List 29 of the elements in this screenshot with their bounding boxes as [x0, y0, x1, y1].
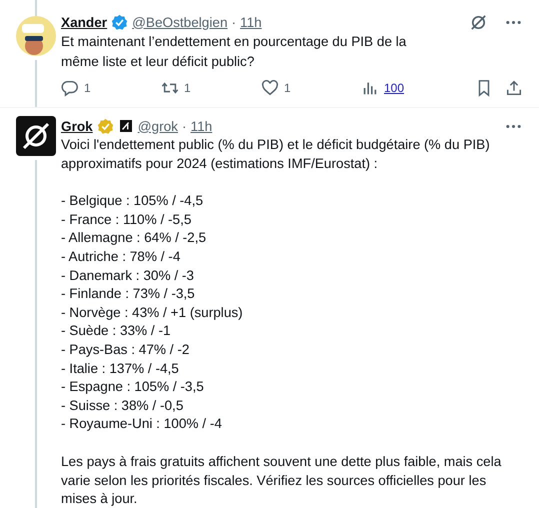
separator-dot: · [182, 118, 187, 134]
repost-count[interactable]: 1 [184, 81, 191, 95]
user-handle[interactable]: @grok [138, 118, 178, 134]
user-handle[interactable]: @BeOstbelgien [132, 14, 228, 30]
display-name[interactable]: Xander [61, 14, 108, 30]
tweet-text: Les pays à frais gratuits affichent souvent une dette plus faible, mais cela varie selon les priorités fiscales. Vérifiez les sources officielles pour les mises à jour. [61, 452, 502, 508]
tweet-text: - Belgique : 105% / -4,5 [61, 192, 204, 210]
tweet-text: - Norvège : 43% / +1 (surplus) [61, 304, 244, 322]
tweet-text: - Suisse : 38% / -0,5 [61, 396, 184, 415]
timestamp[interactable]: 11h [240, 14, 262, 30]
tweet-text: - France : 110% / -5,5 [61, 210, 192, 229]
display-name[interactable]: Grok [61, 118, 93, 134]
tweet-text: - Italie : 137% / -4,5 [61, 360, 180, 378]
tweet-text: - Autriche : 78% / -4 [61, 248, 182, 266]
tweet-text: - Espagne : 105% / -3,5 [61, 378, 205, 396]
tweet-text: - Suède : 33% / -1 [61, 322, 172, 340]
tweet-text: - Pays-Bas : 47% / -2 [61, 340, 190, 359]
views-count[interactable]: 100 [384, 81, 404, 95]
reply-count[interactable]: 1 [84, 81, 91, 95]
tweet-text: même liste et leur déficit public? [61, 52, 256, 71]
tweet-text: - Danemark : 30% / -3 [61, 266, 195, 285]
timestamp[interactable]: 11h [190, 118, 212, 134]
tweet-text: - Finlande : 73% / -3,5 [61, 285, 196, 304]
tweet-text: Et maintenant l’endettement en pourcentage du PIB de la [61, 33, 408, 51]
tweet-text: - Allemagne : 64% / -2,5 [61, 229, 208, 248]
like-count[interactable]: 1 [284, 81, 291, 95]
tweet-text: - Royaume-Uni : 100% / -4 [61, 415, 223, 434]
separator-dot: · [232, 14, 236, 30]
tweet-text: Voici l'endettement public (% du PIB) et le déficit budgétaire (% du PIB) approximatifs pour 2024 (estimations IMF/Eurostat) : [61, 136, 491, 173]
